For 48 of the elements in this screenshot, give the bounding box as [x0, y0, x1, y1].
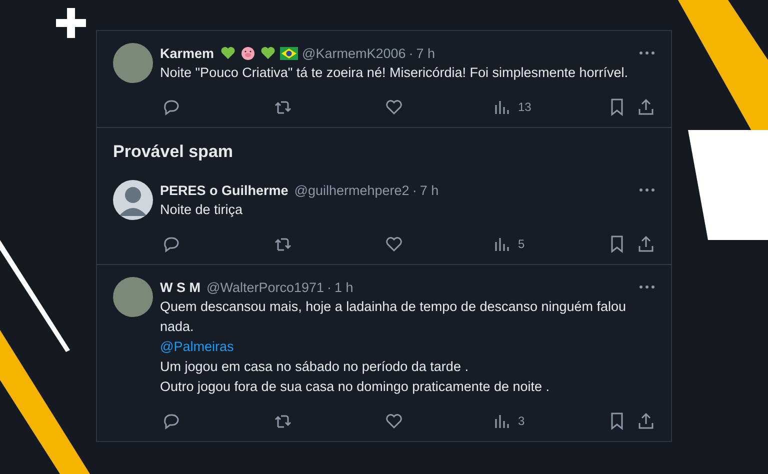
post-time[interactable]: 7 h — [416, 46, 436, 60]
plus-icon — [56, 8, 86, 38]
more-icon[interactable] — [639, 51, 655, 55]
chart-icon[interactable] — [494, 236, 510, 252]
separator-dot: · — [327, 280, 332, 294]
bookmark-icon[interactable] — [609, 98, 625, 116]
view-count: 13 — [518, 100, 532, 114]
user-handle[interactable]: @WalterPorco1971 — [206, 280, 324, 294]
heart-icon[interactable] — [385, 98, 403, 116]
post-text: Noite de tiriça — [160, 201, 244, 219]
pig-icon — [240, 45, 256, 61]
post-text: Outro jogou fora de sua casa no domingo praticamente de noite . — [160, 378, 550, 396]
post-text: Quem descansou mais, hoje a ladainha de tempo de descanso ninguém falou nada. — [160, 298, 628, 336]
share-icon[interactable] — [637, 98, 655, 116]
more-icon[interactable] — [639, 188, 655, 192]
user-name[interactable]: Karmem — [160, 46, 214, 60]
view-count: 5 — [518, 237, 525, 251]
post-time[interactable]: 7 h — [420, 182, 439, 198]
share-icon[interactable] — [637, 412, 655, 430]
avatar[interactable] — [113, 277, 153, 317]
post-text: Um jogou em casa no sábado no período da tarde . — [160, 358, 470, 376]
reply-icon[interactable] — [162, 235, 180, 253]
separator-dot: · — [408, 46, 414, 60]
reply-icon[interactable] — [162, 412, 180, 430]
heart-icon[interactable] — [385, 412, 403, 430]
mention-link[interactable]: @Palmeiras — [160, 337, 655, 357]
user-handle[interactable]: @guilhermehpere2 — [294, 182, 410, 198]
heart-icon[interactable] — [385, 235, 403, 253]
post-text: Noite "Pouco Criativa" tá te zoeira né! Misericórdia! Foi simplesmente horrível. — [160, 64, 630, 82]
heart-icon — [260, 45, 276, 61]
post-time[interactable]: 1 h — [334, 280, 354, 294]
user-name[interactable]: W S M — [160, 280, 200, 294]
section-heading: Provável spam — [112, 141, 234, 163]
view-count: 3 — [518, 414, 525, 428]
reply-icon[interactable] — [162, 98, 180, 116]
user-handle[interactable]: @KarmemK2006 — [302, 46, 406, 60]
user-name[interactable]: PERES o Guilherme — [160, 182, 288, 198]
avatar[interactable] — [113, 180, 153, 220]
more-icon[interactable] — [639, 285, 655, 289]
heart-icon — [220, 45, 236, 61]
chart-icon[interactable] — [494, 99, 510, 115]
separator-dot: · — [412, 182, 417, 198]
bookmark-icon[interactable] — [609, 235, 625, 253]
share-icon[interactable] — [637, 235, 655, 253]
chart-icon[interactable] — [494, 413, 510, 429]
flag-icon — [280, 46, 298, 60]
bookmark-icon[interactable] — [609, 412, 625, 430]
avatar[interactable] — [113, 43, 153, 83]
